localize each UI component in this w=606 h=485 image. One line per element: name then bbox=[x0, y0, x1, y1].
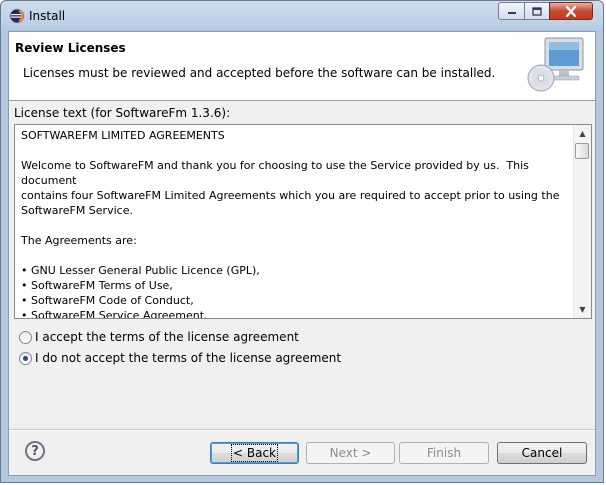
license-text-label: License text (for SoftwareFm 1.3.6): bbox=[14, 106, 231, 120]
scroll-down-arrow-icon[interactable]: ▼ bbox=[574, 301, 591, 318]
license-line: • GNU Lesser General Public Licence (GPL… bbox=[21, 264, 260, 277]
accept-radio[interactable] bbox=[19, 330, 32, 344]
license-line: SOFTWAREFM LIMITED AGREEMENTS bbox=[21, 129, 225, 142]
help-icon[interactable]: ? bbox=[25, 441, 45, 461]
minimize-button[interactable] bbox=[498, 2, 525, 20]
scroll-up-arrow-icon[interactable]: ▲ bbox=[574, 125, 591, 142]
accept-option[interactable]: I accept the terms of the license agreem… bbox=[19, 330, 299, 344]
page-description: Licenses must be reviewed and accepted b… bbox=[23, 66, 496, 80]
next-button-label: Next > bbox=[329, 446, 372, 460]
page-title: Review Licenses bbox=[15, 41, 126, 55]
vertical-scrollbar[interactable]: ▲ ▼ bbox=[573, 125, 591, 318]
maximize-button[interactable] bbox=[524, 2, 550, 20]
header-banner: Review Licenses Licenses must be reviewe… bbox=[9, 32, 595, 101]
license-line: contains four SoftwareFM Limited Agreeme… bbox=[21, 189, 560, 202]
title-bar[interactable]: Install bbox=[1, 1, 603, 31]
back-button-label: < Back bbox=[230, 444, 279, 462]
license-text-area[interactable]: SOFTWAREFM LIMITED AGREEMENTS Welcome to… bbox=[14, 124, 592, 319]
close-button[interactable] bbox=[549, 2, 593, 20]
license-line bbox=[21, 218, 571, 233]
eclipse-icon bbox=[9, 8, 25, 24]
window-title: Install bbox=[29, 9, 66, 23]
decline-option[interactable]: I do not accept the terms of the license… bbox=[19, 351, 341, 365]
cancel-button-label: Cancel bbox=[521, 446, 563, 460]
cancel-button[interactable]: Cancel bbox=[497, 442, 587, 464]
license-line: • SoftwareFM Terms of Use, bbox=[21, 279, 173, 292]
license-line: SoftwareFM Service. bbox=[21, 204, 133, 217]
scroll-thumb[interactable] bbox=[575, 143, 589, 159]
finish-button-label: Finish bbox=[426, 446, 462, 460]
license-line bbox=[21, 143, 571, 158]
decline-label: I do not accept the terms of the license… bbox=[35, 351, 342, 365]
dialog-content: Review Licenses Licenses must be reviewe… bbox=[8, 31, 596, 476]
license-line: • SoftwareFM Service Agreement. bbox=[21, 309, 208, 319]
next-button[interactable]: Next > bbox=[306, 442, 395, 464]
accept-label: I accept the terms of the license agreem… bbox=[35, 330, 299, 344]
license-line bbox=[21, 248, 571, 263]
close-icon bbox=[565, 5, 577, 17]
install-window: Install Review Licenses Licenses must be… bbox=[0, 0, 604, 483]
license-line: Welcome to SoftwareFM and thank you for … bbox=[21, 159, 533, 187]
finish-button[interactable]: Finish bbox=[399, 442, 489, 464]
license-line: • SoftwareFM Code of Conduct, bbox=[21, 294, 194, 307]
button-bar-separator bbox=[9, 429, 595, 431]
computer-cd-icon bbox=[525, 36, 587, 96]
license-text-content: SOFTWAREFM LIMITED AGREEMENTS Welcome to… bbox=[21, 128, 571, 319]
decline-radio[interactable] bbox=[19, 351, 32, 365]
maximize-icon bbox=[532, 6, 542, 16]
back-button[interactable]: < Back bbox=[210, 442, 299, 464]
minimize-icon bbox=[507, 12, 516, 14]
license-line: The Agreements are: bbox=[21, 234, 137, 247]
